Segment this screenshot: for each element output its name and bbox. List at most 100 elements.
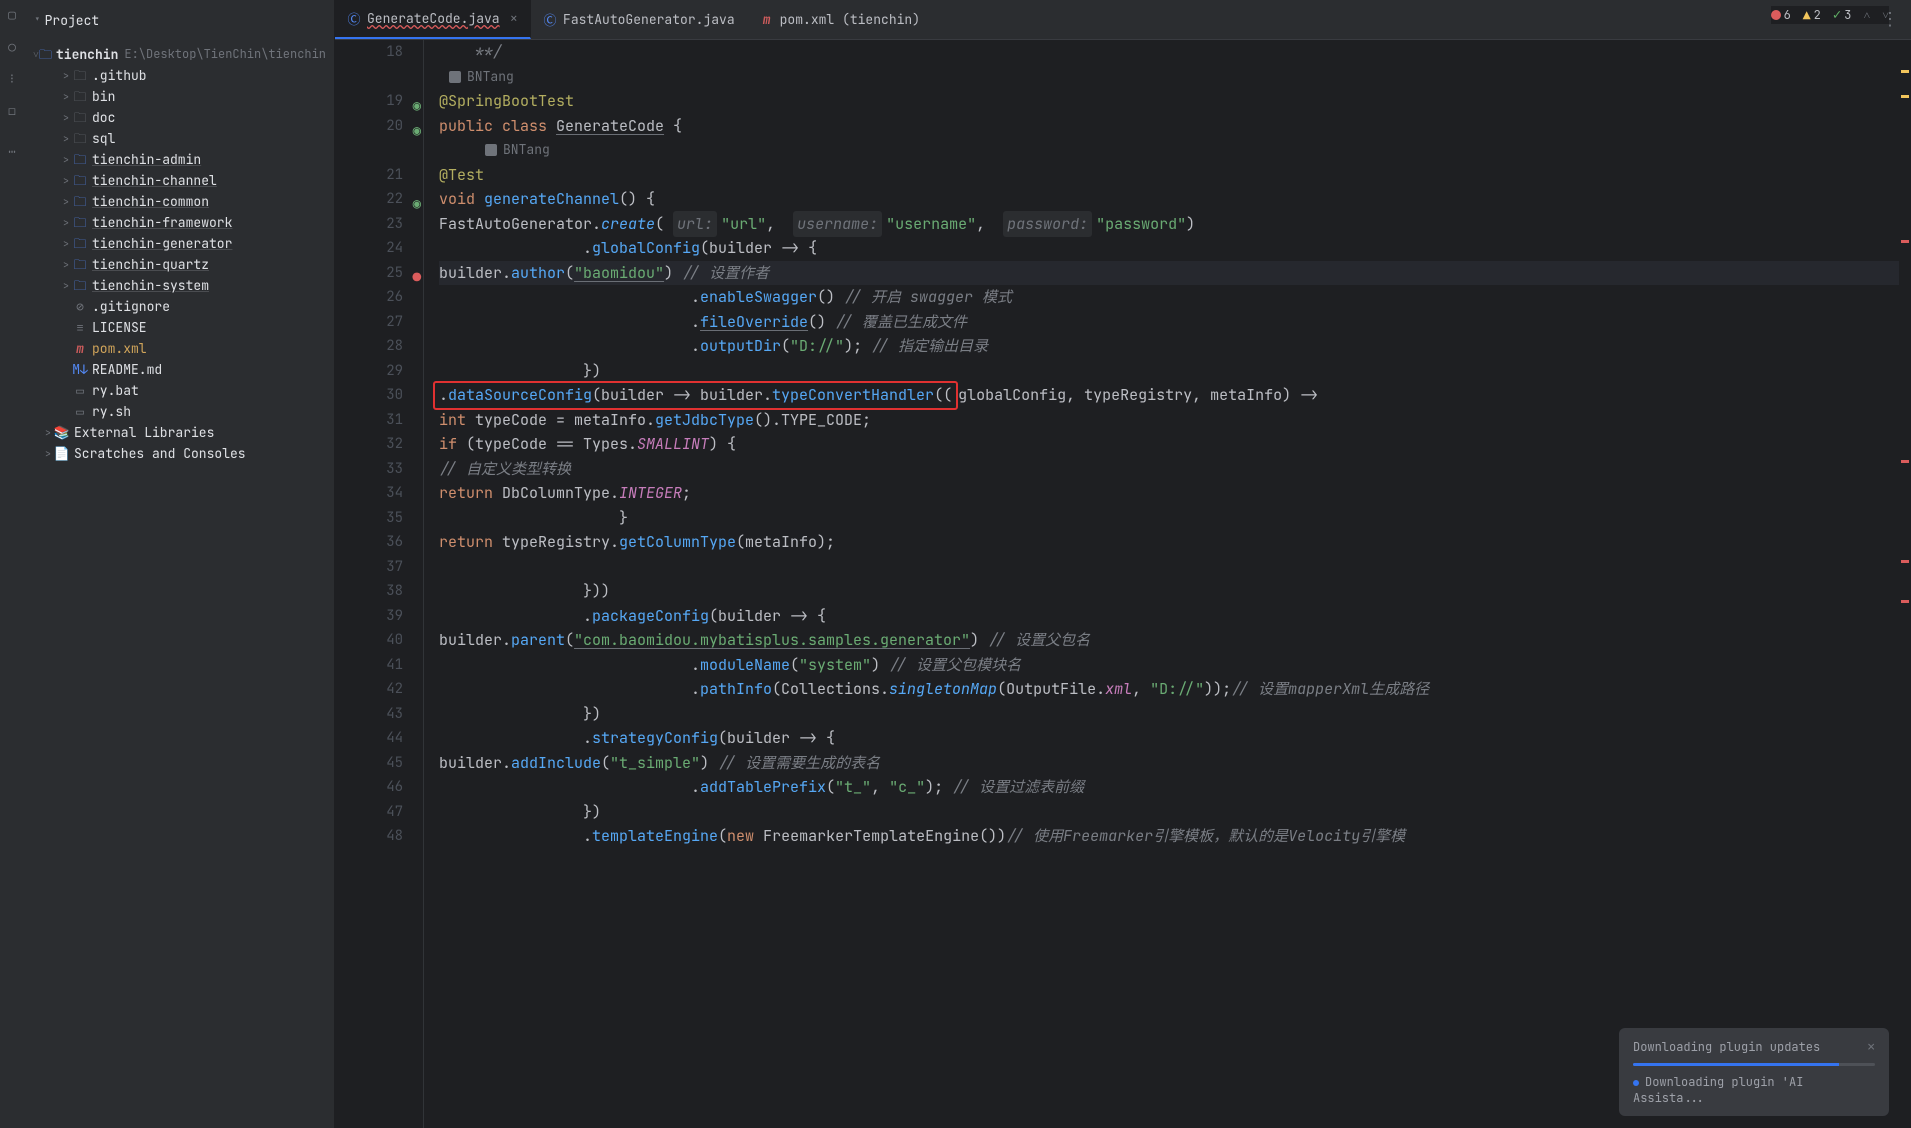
editor-tabs: ⒸGenerateCode.java×ⒸFastAutoGenerator.ja… — [335, 0, 1911, 40]
insp-down-icon[interactable]: ˅ — [1882, 7, 1889, 23]
close-icon[interactable]: ✕ — [1867, 1038, 1875, 1055]
code-line[interactable]: return typeRegistry.getColumnType(metaIn… — [439, 530, 1899, 555]
gutter-row: 42 — [335, 677, 403, 702]
progress-bar — [1633, 1063, 1875, 1066]
tree-item[interactable]: ▭ry.sh — [24, 401, 334, 422]
tree-item[interactable]: ▭ry.bat — [24, 380, 334, 401]
code-line[interactable]: }) — [439, 702, 1899, 727]
tree-item[interactable]: >📚External Libraries — [24, 422, 334, 443]
gutter-row: 26 — [335, 285, 403, 310]
tree-item[interactable]: >📄Scratches and Consoles — [24, 443, 334, 464]
gutter-row — [335, 65, 403, 90]
editor-body: 1819◉20◉2122◉232425●26272829303132333435… — [335, 40, 1911, 1128]
code-line[interactable]: FastAutoGenerator.create( url: "url", us… — [439, 212, 1899, 237]
code-line[interactable]: builder.author("baomidou") // 设置作者 — [439, 261, 1899, 286]
tree-item[interactable]: >🗀tienchin-system — [24, 275, 334, 296]
gutter-row: 32 — [335, 432, 403, 457]
code-line[interactable]: int typeCode = metaInfo.getJdbcType().TY… — [439, 408, 1899, 433]
code-line[interactable]: void generateChannel() { — [439, 187, 1899, 212]
tree-item[interactable]: >🗀tienchin-generator — [24, 233, 334, 254]
code-line[interactable]: builder.parent("com.baomidou.mybatisplus… — [439, 628, 1899, 653]
gutter-row: 18 — [335, 40, 403, 65]
close-icon[interactable]: × — [510, 10, 518, 28]
tree-item[interactable]: >🗀tienchin-channel — [24, 170, 334, 191]
code-line[interactable]: if (typeCode == Types.SMALLINT) { — [439, 432, 1899, 457]
code-line[interactable]: .pathInfo(Collections.singletonMap(Outpu… — [439, 677, 1899, 702]
code-line[interactable]: .addTablePrefix("t_", "c_"); // 设置过滤表前缀 — [439, 775, 1899, 800]
tree-item[interactable]: >🗀tienchin-framework — [24, 212, 334, 233]
code-line[interactable]: BNTang — [439, 65, 1899, 90]
code-line[interactable]: .packageConfig(builder -> { — [439, 604, 1899, 629]
more-tool-icon[interactable]: … — [4, 140, 20, 156]
code-line[interactable]: .outputDir("D://"); // 指定输出目录 — [439, 334, 1899, 359]
gutter-row: 20◉ — [335, 114, 403, 139]
project-title: Project — [45, 12, 100, 29]
code-line[interactable]: builder.addInclude("t_simple") // 设置需要生成… — [439, 751, 1899, 776]
gutter-row: 19◉ — [335, 89, 403, 114]
code-line[interactable]: .globalConfig(builder -> { — [439, 236, 1899, 261]
insp-up-icon[interactable]: ˄ — [1863, 7, 1870, 23]
code-line[interactable]: .fileOverride() // 覆盖已生成文件 — [439, 310, 1899, 335]
tree-item[interactable]: >🗀bin — [24, 86, 334, 107]
gutter-row: 29 — [335, 359, 403, 384]
tree-root[interactable]: ˅🗀tienchinE:\Desktop\TienChin\tienchin — [24, 44, 334, 65]
tree-item[interactable]: M↓README.md — [24, 359, 334, 380]
code-line[interactable] — [439, 555, 1899, 580]
error-stripe[interactable] — [1899, 40, 1911, 1128]
gutter-row: 37 — [335, 555, 403, 580]
code-line[interactable]: **/ — [439, 40, 1899, 65]
tab-label: GenerateCode.java — [367, 10, 500, 27]
code-line[interactable]: })) — [439, 579, 1899, 604]
gutter-row: 22◉ — [335, 187, 403, 212]
code-line[interactable]: @Test — [439, 163, 1899, 188]
code-line[interactable]: }) — [439, 800, 1899, 825]
inspection-widget[interactable]: 6 ▲2 ✓3 ˄ ˅ — [1771, 6, 1889, 24]
project-chevron-icon: ▾ — [34, 13, 41, 27]
code-line[interactable]: .strategyConfig(builder -> { — [439, 726, 1899, 751]
gutter-row: 30 — [335, 383, 403, 408]
structure-tool-icon[interactable]: ⁝ — [4, 70, 20, 86]
warning-indicator-icon: ▲ — [1803, 7, 1811, 24]
gutter-row: 39 — [335, 604, 403, 629]
gutter-row — [335, 138, 403, 163]
gutter-row: 48 — [335, 824, 403, 849]
code-line[interactable]: }) — [439, 359, 1899, 384]
code-line[interactable]: } — [439, 506, 1899, 531]
code-line[interactable]: BNTang — [439, 138, 1899, 163]
tree-item[interactable]: mpom.xml — [24, 338, 334, 359]
editor-tab[interactable]: ⒸFastAutoGenerator.java — [531, 0, 748, 39]
gutter-row: 46 — [335, 775, 403, 800]
ok-indicator-icon: ✓ — [1833, 6, 1841, 24]
tree-item[interactable]: >🗀tienchin-quartz — [24, 254, 334, 275]
bookmark-tool-icon[interactable]: ◻ — [4, 102, 20, 118]
gutter-row: 47 — [335, 800, 403, 825]
code-line[interactable]: .dataSourceConfig(builder -> builder.typ… — [439, 383, 1899, 408]
tree-item[interactable]: >🗀doc — [24, 107, 334, 128]
gutter-row: 25● — [335, 261, 403, 286]
gutter-row: 36 — [335, 530, 403, 555]
editor-tab[interactable]: mpom.xml (tienchin) — [748, 0, 933, 39]
gutter-row: 21 — [335, 163, 403, 188]
tree-item[interactable]: >🗀tienchin-common — [24, 191, 334, 212]
tree-item[interactable]: >🗀.github — [24, 65, 334, 86]
tree-item[interactable]: >🗀tienchin-admin — [24, 149, 334, 170]
project-tree: ˅🗀tienchinE:\Desktop\TienChin\tienchin>🗀… — [24, 40, 334, 468]
code-line[interactable]: // 自定义类型转换 — [439, 457, 1899, 482]
code-line[interactable]: .enableSwagger() // 开启 swagger 模式 — [439, 285, 1899, 310]
tree-item[interactable]: ⊘.gitignore — [24, 296, 334, 317]
left-tool-strip: ▢ ○ ⁝ ◻ … — [0, 0, 24, 1128]
project-header[interactable]: ▾ Project — [24, 0, 334, 40]
code-line[interactable]: .moduleName("system") // 设置父包模块名 — [439, 653, 1899, 678]
code-line[interactable]: @SpringBootTest — [439, 89, 1899, 114]
code-line[interactable]: public class GenerateCode { — [439, 114, 1899, 139]
commit-tool-icon[interactable]: ○ — [4, 38, 20, 54]
editor-tab[interactable]: ⒸGenerateCode.java× — [335, 0, 531, 39]
background-tasks-popup[interactable]: Downloading plugin updates ✕ Downloading… — [1619, 1028, 1889, 1116]
gutter-row: 24 — [335, 236, 403, 261]
code-line[interactable]: return DbColumnType.INTEGER; — [439, 481, 1899, 506]
tree-item[interactable]: ≡LICENSE — [24, 317, 334, 338]
project-tool-icon[interactable]: ▢ — [4, 6, 20, 22]
code-area[interactable]: **/BNTang@SpringBootTestpublic class Gen… — [413, 40, 1899, 1128]
tree-item[interactable]: >🗀sql — [24, 128, 334, 149]
code-line[interactable]: .templateEngine(new FreemarkerTemplateEn… — [439, 824, 1899, 849]
